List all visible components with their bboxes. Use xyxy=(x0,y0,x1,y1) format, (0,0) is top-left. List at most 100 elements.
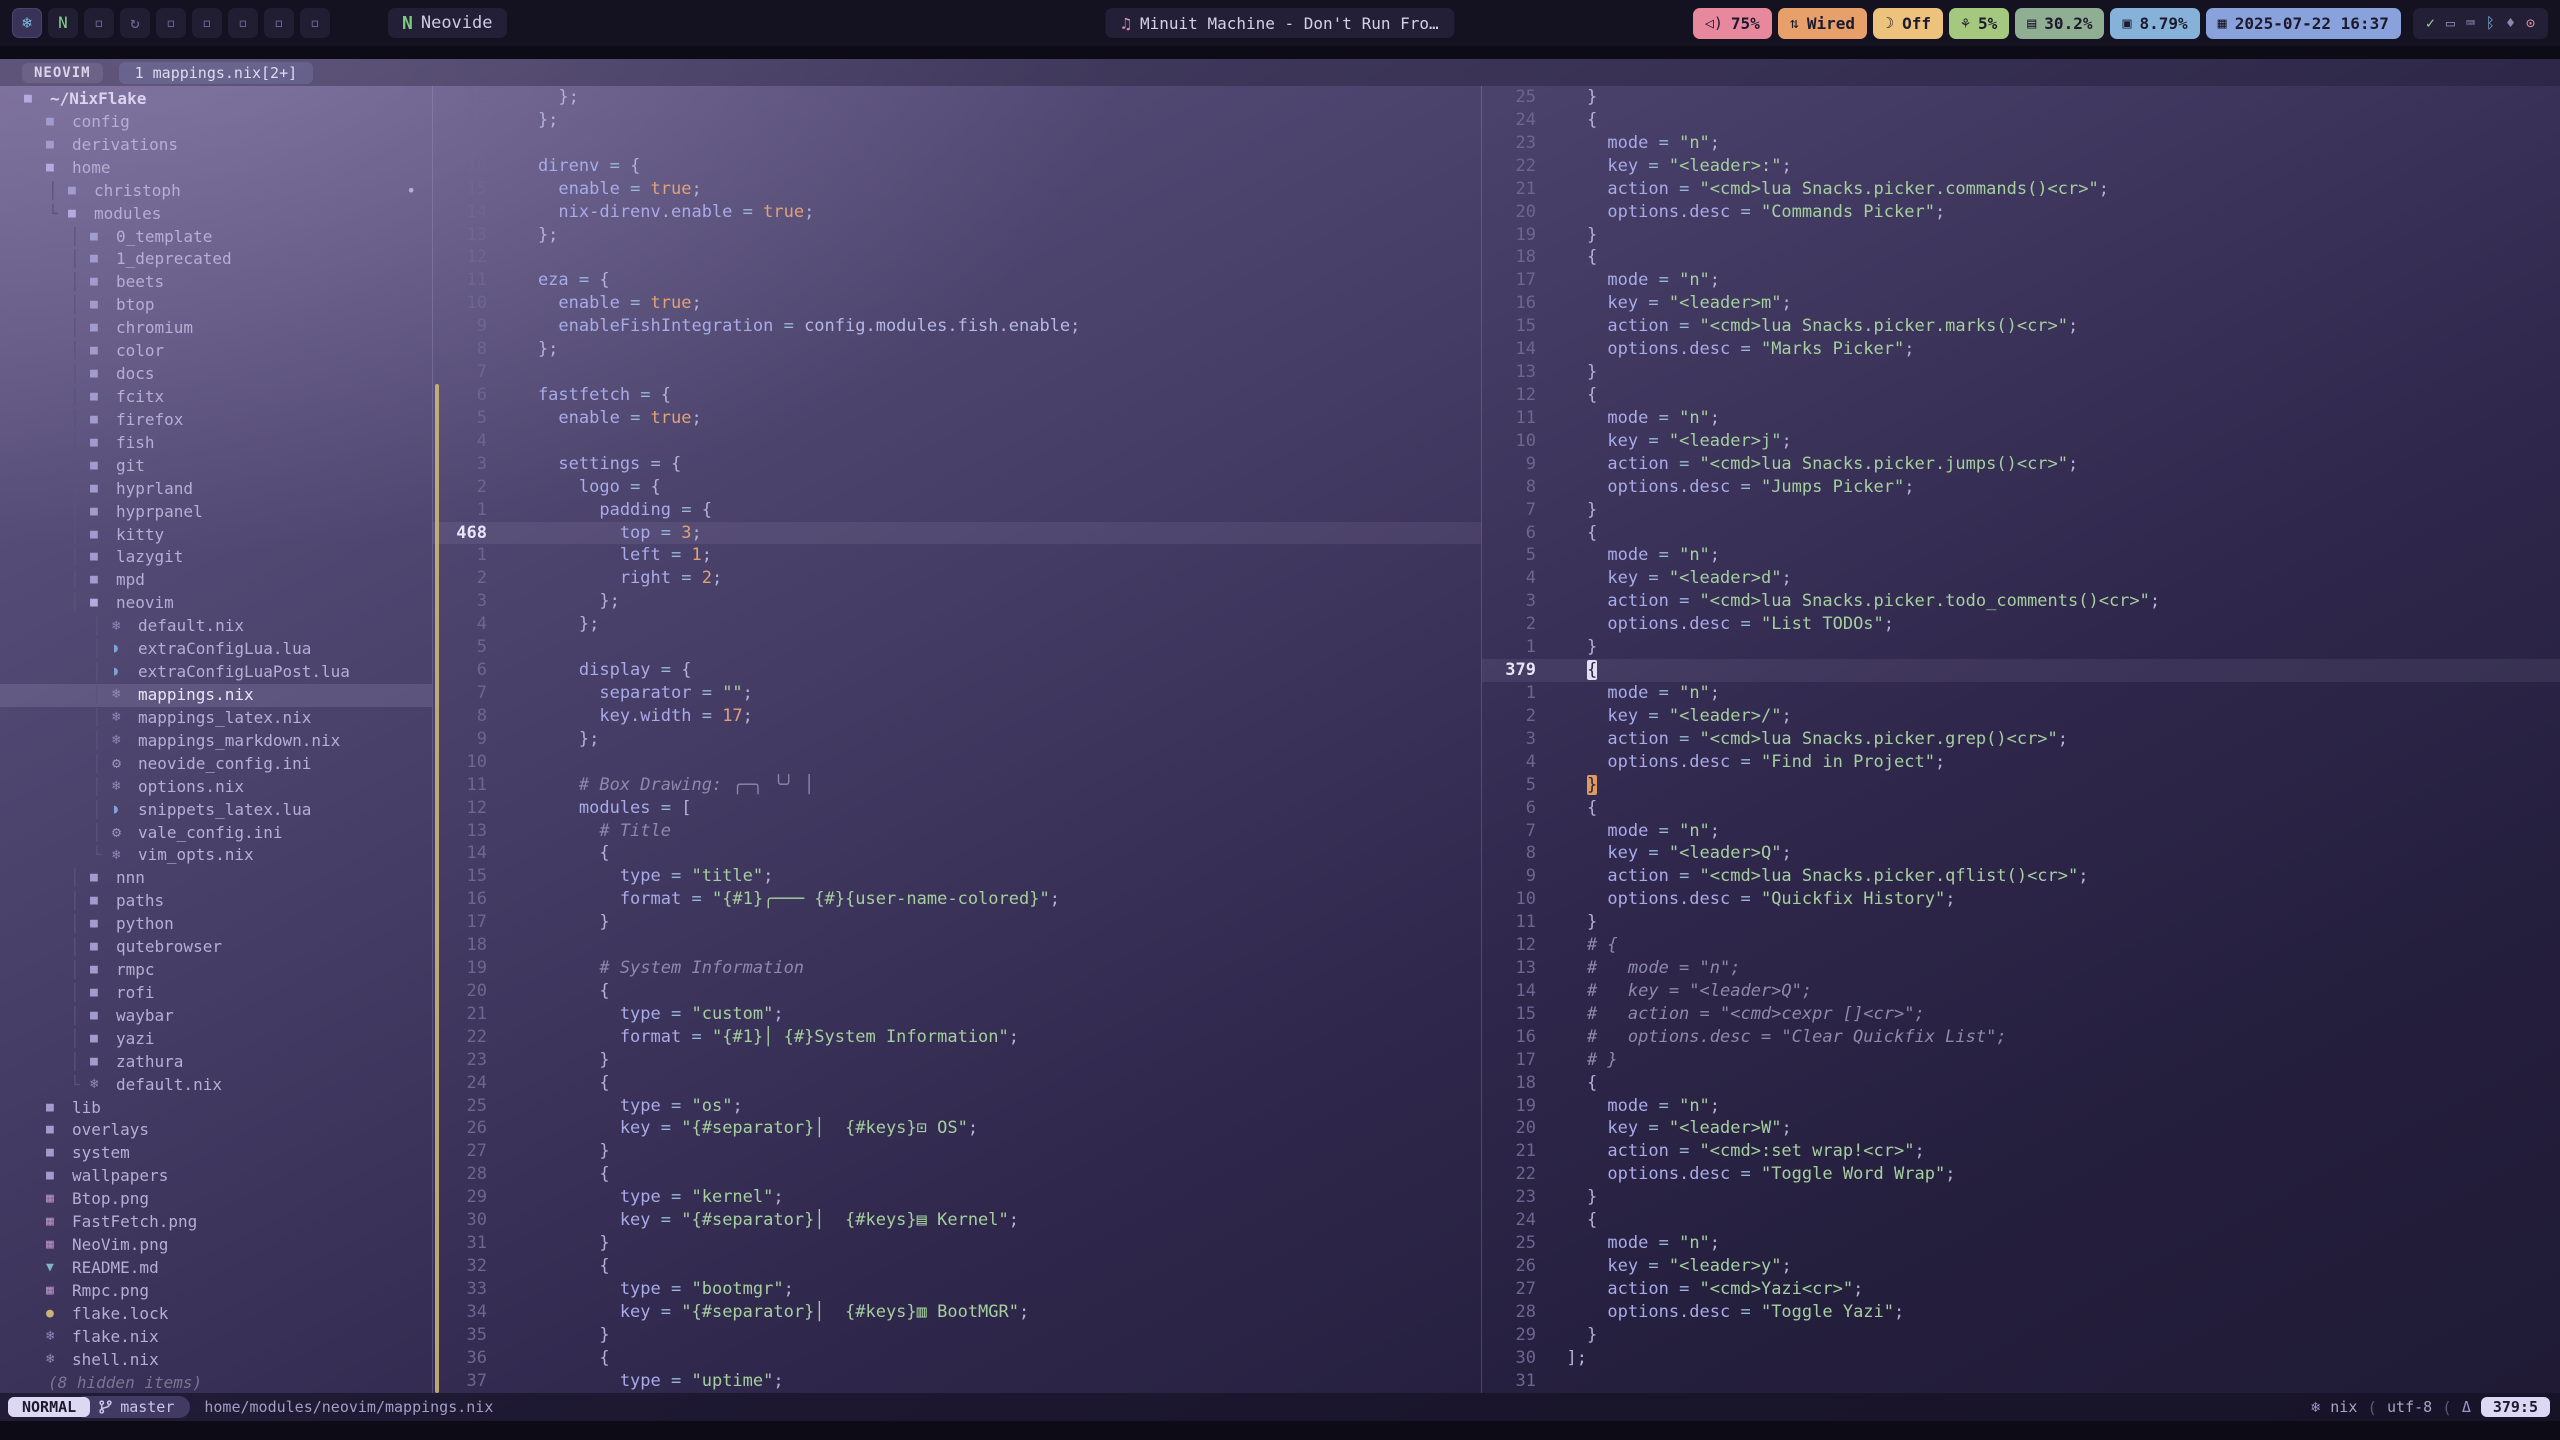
media-player-module[interactable]: ♫ Minuit Machine - Don't Run Fro… xyxy=(1105,8,1454,38)
tree-item[interactable]: │nnn xyxy=(0,867,432,890)
code-line[interactable]: 22 key = "<leader>:"; xyxy=(1482,155,2560,178)
code-line[interactable]: 5 mode = "n"; xyxy=(1482,544,2560,567)
code-line[interactable]: 2 right = 2; xyxy=(433,567,1481,590)
code-line[interactable]: 2 logo = { xyxy=(433,476,1481,499)
file-tree[interactable]: ~/NixFlakeconfigderivationshome│christop… xyxy=(0,86,433,1393)
code-line[interactable]: 3 action = "<cmd>lua Snacks.picker.grep(… xyxy=(1482,728,2560,751)
tree-item[interactable]: NeoVim.png xyxy=(0,1234,432,1257)
tree-item[interactable]: │hyprpanel xyxy=(0,501,432,524)
code-line[interactable]: 35 } xyxy=(433,1324,1481,1347)
code-line[interactable]: 21 action = "<cmd>:set wrap!<cr>"; xyxy=(1482,1140,2560,1163)
workspace-button[interactable]: ▫ xyxy=(84,8,114,38)
workspace-button[interactable]: ▫ xyxy=(228,8,258,38)
idle-inhibitor-module[interactable]: ☽Off xyxy=(1873,8,1943,39)
code-line[interactable]: 31 } xyxy=(433,1232,1481,1255)
code-line[interactable]: 18 { xyxy=(1482,1072,2560,1095)
tree-item[interactable]: │vale_config.ini xyxy=(0,822,432,845)
code-line[interactable]: 4 options.desc = "Find in Project"; xyxy=(1482,751,2560,774)
code-line[interactable]: 37 type = "uptime"; xyxy=(433,1370,1481,1393)
code-line[interactable]: 29 } xyxy=(1482,1324,2560,1347)
code-line[interactable]: 5 xyxy=(433,636,1481,659)
code-line[interactable]: 19 } xyxy=(1482,224,2560,247)
code-line[interactable]: 7 separator = ""; xyxy=(433,682,1481,705)
tree-item[interactable]: │fcitx xyxy=(0,386,432,409)
tree-item[interactable]: lib xyxy=(0,1097,432,1120)
tree-item[interactable]: FastFetch.png xyxy=(0,1211,432,1234)
code-line[interactable]: 7 xyxy=(433,361,1481,384)
code-line[interactable]: 13 } xyxy=(1482,361,2560,384)
tree-item[interactable]: │kitty xyxy=(0,524,432,547)
code-line[interactable]: 13 # mode = "n"; xyxy=(1482,957,2560,980)
memory-module[interactable]: ▤30.2% xyxy=(2015,8,2104,39)
cpu-module[interactable]: ▣8.79% xyxy=(2110,8,2199,39)
tree-item[interactable]: derivations xyxy=(0,134,432,157)
tree-item[interactable]: │python xyxy=(0,913,432,936)
tree-item[interactable]: │rmpc xyxy=(0,959,432,982)
tree-item[interactable]: system xyxy=(0,1142,432,1165)
bluetooth-icon[interactable]: ᛒ xyxy=(2486,16,2495,31)
code-line[interactable]: 4 key = "<leader>d"; xyxy=(1482,567,2560,590)
tree-item[interactable]: │firefox xyxy=(0,409,432,432)
code-line[interactable]: 21 type = "custom"; xyxy=(433,1003,1481,1026)
keyboard-icon[interactable]: ⌨ xyxy=(2466,16,2475,31)
tree-item[interactable]: │git xyxy=(0,455,432,478)
code-line[interactable]: 12 modules = [ xyxy=(433,797,1481,820)
code-line[interactable]: 17 xyxy=(433,132,1481,155)
code-line[interactable]: 28 { xyxy=(433,1163,1481,1186)
code-line[interactable]: 11 eza = { xyxy=(433,269,1481,292)
tree-item[interactable]: └default.nix xyxy=(0,1074,432,1097)
code-line[interactable]: 26 key = "{#separator}│ {#keys}⊡ OS"; xyxy=(433,1117,1481,1140)
tree-item[interactable]: │yazi xyxy=(0,1028,432,1051)
code-line[interactable]: 18 xyxy=(433,934,1481,957)
code-line[interactable]: 27 } xyxy=(433,1140,1481,1163)
power-icon[interactable]: ⊙ xyxy=(2526,16,2535,31)
code-line[interactable]: 1 left = 1; xyxy=(433,544,1481,567)
code-line[interactable]: 30 key = "{#separator}│ {#keys}▤ Kernel"… xyxy=(433,1209,1481,1232)
code-line[interactable]: 32 { xyxy=(433,1255,1481,1278)
tree-item[interactable]: flake.nix xyxy=(0,1326,432,1349)
code-line[interactable]: 2 key = "<leader>/"; xyxy=(1482,705,2560,728)
code-line[interactable]: 11 mode = "n"; xyxy=(1482,407,2560,430)
code-line[interactable]: 25 mode = "n"; xyxy=(1482,1232,2560,1255)
code-line[interactable]: 379 { xyxy=(1482,659,2560,682)
code-line[interactable]: 9 action = "<cmd>lua Snacks.picker.qflis… xyxy=(1482,865,2560,888)
tree-item[interactable]: │0_template xyxy=(0,226,432,249)
tree-item[interactable]: flake.lock xyxy=(0,1303,432,1326)
code-line[interactable]: 4 xyxy=(433,430,1481,453)
code-line[interactable]: 25 type = "os"; xyxy=(433,1095,1481,1118)
tree-item[interactable]: │mappings_latex.nix xyxy=(0,707,432,730)
code-line[interactable]: 10 xyxy=(433,751,1481,774)
editor-pane-right[interactable]: 25 }24 {23 mode = "n";22 key = "<leader>… xyxy=(1482,86,2560,1393)
code-line[interactable]: 8 options.desc = "Jumps Picker"; xyxy=(1482,476,2560,499)
tree-item[interactable]: │docs xyxy=(0,363,432,386)
workspace-button[interactable]: N xyxy=(48,8,78,38)
code-line[interactable]: 15 action = "<cmd>lua Snacks.picker.mark… xyxy=(1482,315,2560,338)
code-line[interactable]: 15 type = "title"; xyxy=(433,865,1481,888)
code-line[interactable]: 24 { xyxy=(433,1072,1481,1095)
active-window-title[interactable]: N Neovide xyxy=(388,8,507,38)
code-line[interactable]: 17 } xyxy=(433,911,1481,934)
code-line[interactable]: 18 }; xyxy=(433,109,1481,132)
code-line[interactable]: 6 display = { xyxy=(433,659,1481,682)
tree-item[interactable]: │waybar xyxy=(0,1005,432,1028)
code-line[interactable]: 34 key = "{#separator}│ {#keys}▥ BootMGR… xyxy=(433,1301,1481,1324)
code-line[interactable]: 14 options.desc = "Marks Picker"; xyxy=(1482,338,2560,361)
code-line[interactable]: 29 type = "kernel"; xyxy=(433,1186,1481,1209)
tree-item[interactable]: └modules xyxy=(0,203,432,226)
tree-item[interactable]: │paths xyxy=(0,890,432,913)
code-line[interactable]: 1 } xyxy=(1482,636,2560,659)
workspace-button[interactable]: ▫ xyxy=(300,8,330,38)
tree-item[interactable]: │default.nix xyxy=(0,615,432,638)
code-line[interactable]: 33 type = "bootmgr"; xyxy=(433,1278,1481,1301)
code-line[interactable]: 36 { xyxy=(433,1347,1481,1370)
code-line[interactable]: 7 } xyxy=(1482,499,2560,522)
tree-item[interactable]: │1_deprecated xyxy=(0,248,432,271)
code-line[interactable]: 19 mode = "n"; xyxy=(1482,1095,2560,1118)
code-line[interactable]: 26 key = "<leader>y"; xyxy=(1482,1255,2560,1278)
tree-item[interactable]: │extraConfigLua.lua xyxy=(0,638,432,661)
tree-item[interactable]: │chromium xyxy=(0,317,432,340)
code-line[interactable]: 20 options.desc = "Commands Picker"; xyxy=(1482,201,2560,224)
code-line[interactable]: 9 enableFishIntegration = config.modules… xyxy=(433,315,1481,338)
code-line[interactable]: 3 }; xyxy=(433,590,1481,613)
code-line[interactable]: 6 { xyxy=(1482,797,2560,820)
